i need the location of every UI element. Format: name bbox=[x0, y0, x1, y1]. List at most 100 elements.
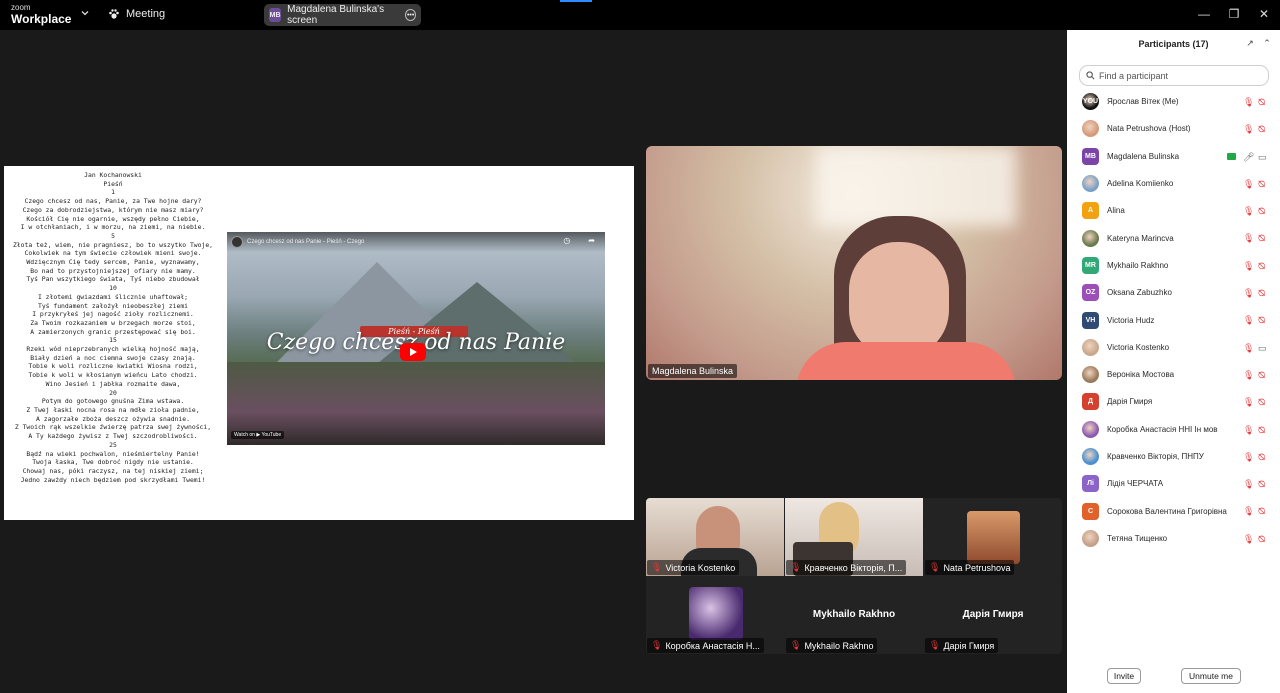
mic-muted-icon[interactable]: 🎙︎ bbox=[1243, 479, 1254, 489]
mic-muted-icon[interactable]: 🎙︎ bbox=[1243, 425, 1254, 435]
mic-muted-icon[interactable]: 🎙︎ bbox=[1243, 233, 1254, 243]
participant-row[interactable]: MR Mykhailo Rakhno 🎙︎ ⦰ bbox=[1067, 252, 1280, 279]
video-off-icon[interactable]: ⦰ bbox=[1258, 261, 1269, 271]
poem-line: Bo nad to przystojniejszej ofiary nie ma… bbox=[30, 266, 196, 275]
minimize-icon[interactable]: — bbox=[1197, 7, 1211, 21]
participant-name: Тетяна Тищенко bbox=[1107, 533, 1168, 543]
participant-row[interactable]: Тетяна Тищенко 🎙︎ ⦰ bbox=[1067, 525, 1280, 552]
participant-row[interactable]: OZ Oksana Zabuzhko 🎙︎ ⦰ bbox=[1067, 279, 1280, 306]
mic-muted-icon[interactable]: 🎙︎ bbox=[1243, 206, 1254, 216]
poem-line: Potym do gotowego gnuśna Zima wstawa. bbox=[41, 397, 185, 406]
mic-muted-icon[interactable]: 🎙︎ bbox=[1243, 397, 1254, 407]
participant-row[interactable]: Коробка Анастасія ННІ Ін мов 🎙︎ ⦰ bbox=[1067, 416, 1280, 443]
mic-muted-icon[interactable]: 🎙︎ bbox=[1243, 370, 1254, 380]
youtube-video[interactable]: Czego chcesz od nas Panie - Pieśń - Czeg… bbox=[227, 232, 605, 445]
participant-row[interactable]: Victoria Kostenko 🎙︎ ▭ bbox=[1067, 334, 1280, 361]
video-tile[interactable]: 🎙︎ Nata Petrushova bbox=[924, 498, 1062, 576]
watch-on-youtube[interactable]: Watch on ▶ YouTube bbox=[231, 431, 285, 439]
zoom-logo[interactable]: zoom Workplace bbox=[11, 4, 71, 26]
video-off-icon[interactable]: ⦰ bbox=[1258, 479, 1269, 489]
mic-muted-icon[interactable]: 🎙︎ bbox=[1243, 261, 1254, 271]
participant-photo bbox=[1082, 420, 1099, 438]
participant-name: Adelina Komiienko bbox=[1107, 179, 1174, 189]
search-input[interactable] bbox=[1099, 70, 1259, 81]
search-icon bbox=[1086, 71, 1095, 80]
poem-line: Rzeki wód nieprzebranych wielką hojność … bbox=[26, 345, 200, 354]
video-off-icon[interactable]: ⦰ bbox=[1258, 506, 1269, 516]
poem-text: Jan Kochanowski Pieśń 1 Czego chcesz od nas… bbox=[8, 171, 218, 484]
participant-row[interactable]: YOU Ярослав Вітек (Me) 🎙︎ ⦰ bbox=[1067, 88, 1280, 115]
participant-row[interactable]: Кравченко Вікторія, ПНПУ 🎙︎ ⦰ bbox=[1067, 443, 1280, 470]
participant-name: Magdalena Bulinska bbox=[1107, 151, 1180, 161]
share-arrow-icon[interactable]: ➦ bbox=[588, 236, 595, 245]
video-off-icon[interactable]: ⦰ bbox=[1258, 315, 1269, 325]
title-bar: zoom Workplace Meeting MB Magdalena Buli… bbox=[0, 0, 1280, 30]
poem-line: Czego za dobrodziejstwa, którym nie masz… bbox=[22, 205, 204, 214]
mic-muted-icon[interactable]: 🎙︎ bbox=[1243, 288, 1254, 298]
participant-row[interactable]: VH Victoria Hudz 🎙︎ ⦰ bbox=[1067, 306, 1280, 333]
participant-row[interactable]: MB Magdalena Bulinska 🎤︎ ▭ bbox=[1067, 143, 1280, 170]
mic-muted-icon[interactable]: 🎙︎ bbox=[1243, 315, 1254, 325]
video-off-icon[interactable]: ⦰ bbox=[1258, 397, 1269, 407]
video-off-icon[interactable]: ⦰ bbox=[1258, 425, 1269, 435]
mic-muted-icon[interactable]: 🎙︎ bbox=[1243, 506, 1254, 516]
chevron-down-icon[interactable] bbox=[80, 8, 90, 18]
meeting-menu[interactable]: Meeting bbox=[108, 8, 165, 20]
gallery-strip: 🎙︎ Victoria Kostenko 🎙︎ Кравченко Вікторія… bbox=[646, 498, 1062, 654]
video-off-icon[interactable]: ⦰ bbox=[1258, 97, 1269, 107]
more-options-icon[interactable]: ••• bbox=[405, 9, 416, 21]
channel-avatar[interactable] bbox=[231, 236, 243, 248]
mic-muted-icon[interactable]: 🎙︎ bbox=[1243, 534, 1254, 544]
video-icon[interactable]: ▭ bbox=[1258, 152, 1269, 162]
participant-row[interactable]: Kateryna Marincva 🎙︎ ⦰ bbox=[1067, 224, 1280, 251]
mic-muted-icon[interactable]: 🎙︎ bbox=[1243, 124, 1254, 134]
video-off-icon[interactable]: ⦰ bbox=[1258, 233, 1269, 243]
poem-line: Wdzięcznym Cię tedy sercem, Panie, wyzna… bbox=[26, 258, 200, 267]
video-tile[interactable]: 🎙︎ Victoria Kostenko bbox=[646, 498, 784, 576]
active-speaker-video[interactable]: Magdalena Bulinska bbox=[646, 146, 1062, 380]
participant-row[interactable]: Д Дарія Гмиря 🎙︎ ⦰ bbox=[1067, 388, 1280, 415]
video-off-icon[interactable]: ⦰ bbox=[1258, 206, 1269, 216]
pop-out-icon[interactable]: ↗ bbox=[1245, 38, 1255, 48]
video-tile[interactable]: Mykhailo Rakhno 🎙︎ Mykhailo Rakhno bbox=[785, 577, 923, 654]
participant-avatar: MR bbox=[1082, 256, 1099, 274]
video-tile[interactable]: Дарія Гмиря 🎙︎ Дарія Гмиря bbox=[924, 577, 1062, 654]
participant-photo bbox=[967, 511, 1020, 564]
video-off-icon[interactable]: ⦰ bbox=[1258, 534, 1269, 544]
mic-muted-icon[interactable]: 🎙︎ bbox=[1243, 452, 1254, 462]
play-button-icon[interactable] bbox=[400, 343, 426, 361]
participant-row[interactable]: Nata Petrushova (Host) 🎙︎ ⦰ bbox=[1067, 115, 1280, 142]
clock-icon[interactable]: ◷ bbox=[563, 236, 570, 245]
video-icon[interactable]: ▭ bbox=[1258, 343, 1269, 353]
mic-muted-icon[interactable]: 🎙︎ bbox=[1243, 179, 1254, 189]
video-top-bar: Czego chcesz od nas Panie - Pieśń - Czeg… bbox=[227, 232, 605, 252]
video-tile[interactable]: 🎙︎ Кравченко Вікторія, П... bbox=[785, 498, 923, 576]
participant-row[interactable]: Лі Лідія ЧЕРЧАТА 🎙︎ ⦰ bbox=[1067, 470, 1280, 497]
video-off-icon[interactable]: ⦰ bbox=[1258, 452, 1269, 462]
poem-line: Cokolwiek na tym świecie człowiek mieni … bbox=[24, 249, 202, 258]
participant-row[interactable]: Вероніка Мостова 🎙︎ ⦰ bbox=[1067, 361, 1280, 388]
video-off-icon[interactable]: ⦰ bbox=[1258, 124, 1269, 134]
mic-muted-icon[interactable]: 🎙︎ bbox=[1243, 343, 1254, 353]
invite-button[interactable]: Invite bbox=[1107, 668, 1141, 684]
participant-name: Ярослав Вітек (Me) bbox=[1107, 97, 1179, 107]
mic-muted-icon[interactable]: 🎙︎ bbox=[1243, 97, 1254, 107]
participant-row[interactable]: Adelina Komiienko 🎙︎ ⦰ bbox=[1067, 170, 1280, 197]
video-off-icon[interactable]: ⦰ bbox=[1258, 370, 1269, 380]
close-icon[interactable]: ✕ bbox=[1257, 7, 1271, 21]
screen-share-pill[interactable]: MB Magdalena Bulinska's screen ••• bbox=[264, 4, 421, 26]
participant-name: Дарія Гмиря bbox=[1107, 397, 1153, 407]
mic-icon[interactable]: 🎤︎ bbox=[1243, 152, 1254, 162]
collapse-icon[interactable]: ⌃ bbox=[1262, 38, 1272, 48]
participant-row[interactable]: С Сорокова Валентина Григорівна 🎙︎ ⦰ bbox=[1067, 497, 1280, 524]
video-off-icon[interactable]: ⦰ bbox=[1258, 179, 1269, 189]
active-indicator bbox=[560, 0, 592, 2]
video-off-icon[interactable]: ⦰ bbox=[1258, 288, 1269, 298]
unmute-me-button[interactable]: Unmute me bbox=[1181, 668, 1241, 684]
speaker-body bbox=[796, 342, 1016, 380]
participant-search[interactable] bbox=[1079, 65, 1269, 86]
participant-row[interactable]: A Alina 🎙︎ ⦰ bbox=[1067, 197, 1280, 224]
video-tile[interactable]: 🎙︎ Коробка Анастасія Н... bbox=[646, 577, 784, 654]
poem-line: Złota też, wiem, nie pragniesz, bo to ws… bbox=[12, 240, 214, 249]
restore-icon[interactable]: ❐ bbox=[1227, 7, 1241, 21]
